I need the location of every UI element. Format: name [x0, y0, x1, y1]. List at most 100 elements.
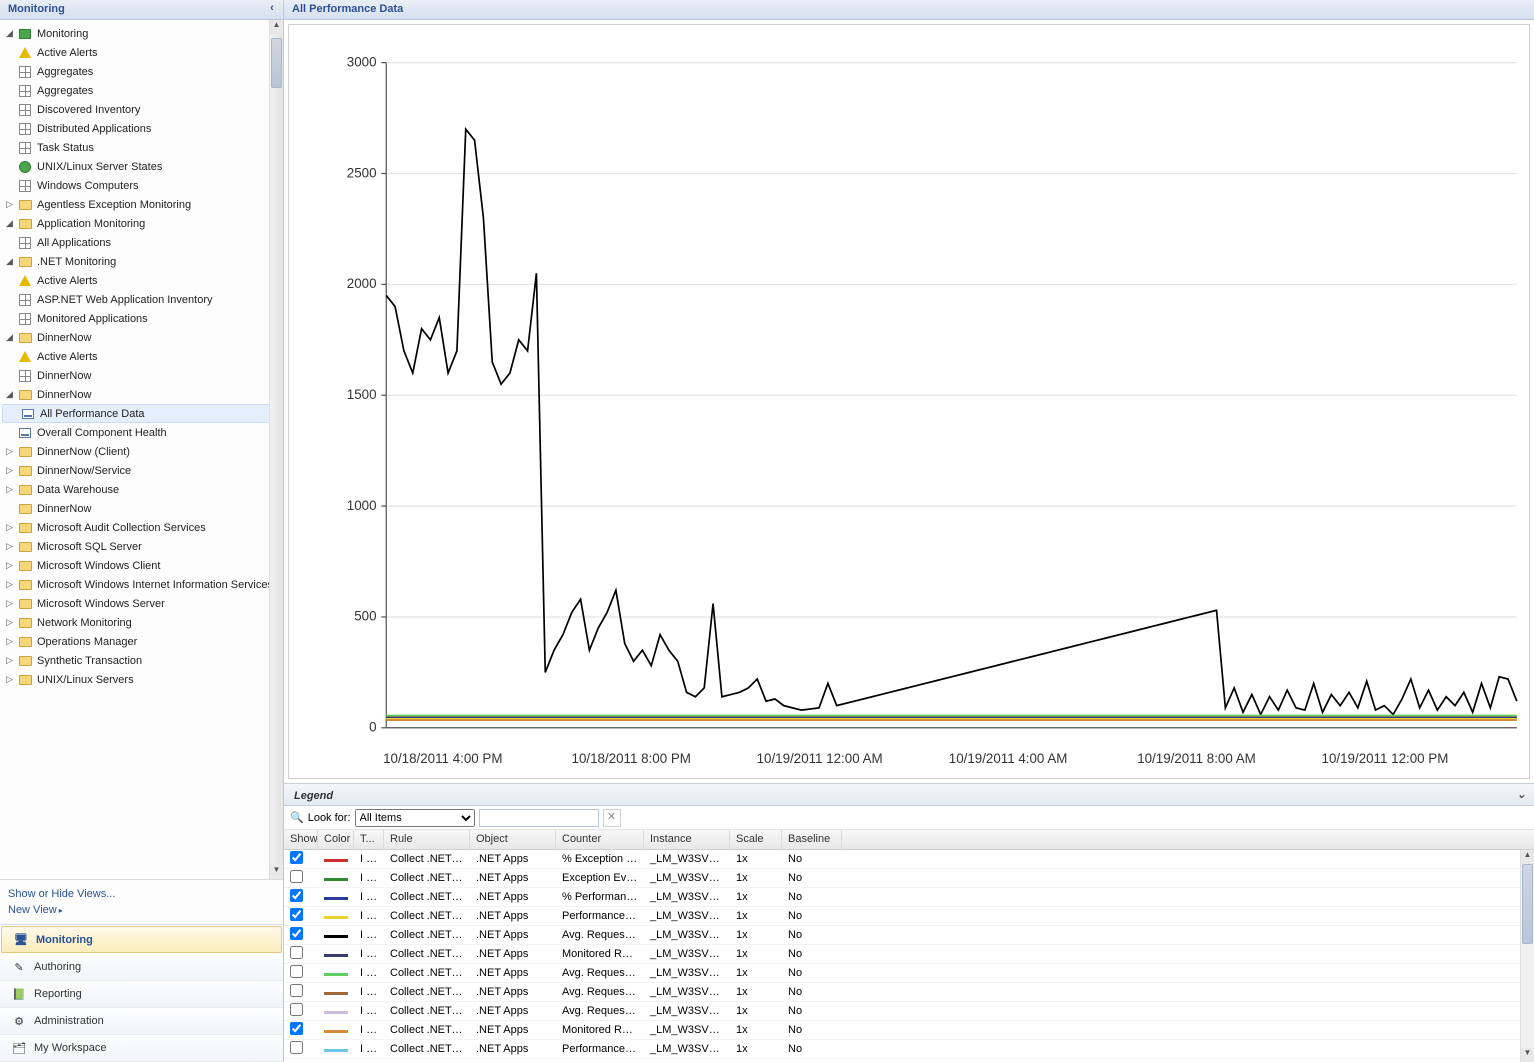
wunderbar-reporting[interactable]: 📗Reporting: [0, 981, 283, 1008]
show-checkbox[interactable]: [290, 984, 303, 997]
show-checkbox[interactable]: [290, 870, 303, 883]
legend-row[interactable]: I M...Collect .NET App....NET AppsAvg. R…: [284, 983, 1534, 1002]
wunderbar-administration[interactable]: ⚙Administration: [0, 1008, 283, 1035]
column-header[interactable]: Rule: [384, 830, 470, 849]
tree-item[interactable]: ◢DinnerNow: [0, 328, 283, 347]
legend-row[interactable]: I M...Collect .NET App....NET AppsAvg. R…: [284, 1002, 1534, 1021]
show-checkbox[interactable]: [290, 889, 303, 902]
tree-item[interactable]: Discovered Inventory: [0, 100, 283, 119]
tree-item[interactable]: ▷DinnerNow/Service: [0, 461, 283, 480]
tree-item[interactable]: All Applications: [0, 233, 283, 252]
column-header[interactable]: Baseline: [782, 830, 842, 849]
tree-item[interactable]: ▷Microsoft Windows Client: [0, 556, 283, 575]
tree-item[interactable]: ◢Monitoring: [0, 24, 283, 43]
show-checkbox[interactable]: [290, 851, 303, 864]
grid-scroll-down-icon[interactable]: ▼: [1521, 1048, 1534, 1062]
tree-item[interactable]: Aggregates: [0, 62, 283, 81]
tree-item[interactable]: ▷Microsoft SQL Server: [0, 537, 283, 556]
tree-item[interactable]: Aggregates: [0, 81, 283, 100]
legend-row[interactable]: I M...Collect .NET App....NET Apps% Perf…: [284, 888, 1534, 907]
tree-toggle-icon[interactable]: ▷: [4, 541, 15, 552]
tree-toggle-icon[interactable]: ▷: [4, 579, 15, 590]
wunderbar-monitoring[interactable]: 🖥Monitoring: [1, 926, 282, 953]
tree-item[interactable]: ◢DinnerNow: [0, 385, 283, 404]
column-header[interactable]: T...: [354, 830, 384, 849]
tree-toggle-icon[interactable]: ▷: [4, 617, 15, 628]
legend-row[interactable]: I M...Collect .NET App....NET AppsAvg. R…: [284, 926, 1534, 945]
tree-item[interactable]: ▷Microsoft Audit Collection Services: [0, 518, 283, 537]
tree-item[interactable]: Overall Component Health: [0, 423, 283, 442]
legend-row[interactable]: I M...Collect .NET App....NET AppsExcept…: [284, 869, 1534, 888]
tree-item[interactable]: ▷Microsoft Windows Server: [0, 594, 283, 613]
column-header[interactable]: Color: [318, 830, 354, 849]
column-header[interactable]: Object: [470, 830, 556, 849]
tree-toggle-icon[interactable]: ▷: [4, 636, 15, 647]
legend-collapse-icon[interactable]: ⌄: [1517, 788, 1526, 801]
tree-item[interactable]: DinnerNow: [0, 499, 283, 518]
show-checkbox[interactable]: [290, 1003, 303, 1016]
tree-item[interactable]: DinnerNow: [0, 366, 283, 385]
tree-scrollbar[interactable]: ▲ ▼: [269, 20, 283, 879]
legend-row[interactable]: I m...Collect .NET App....NET AppsMonito…: [284, 1021, 1534, 1040]
grid-scrollbar[interactable]: ▲ ▼: [1520, 850, 1534, 1062]
tree-item[interactable]: ▷UNIX/Linux Servers: [0, 670, 283, 689]
tree-item[interactable]: UNIX/Linux Server States: [0, 157, 283, 176]
legend-row[interactable]: I M...Collect .NET App....NET Apps% Exce…: [284, 850, 1534, 869]
wunderbar-authoring[interactable]: ✎Authoring: [0, 954, 283, 981]
legend-row[interactable]: I M...Collect .NET App....NET AppsMonito…: [284, 945, 1534, 964]
legend-header[interactable]: Legend ⌄: [284, 783, 1534, 806]
tree-item[interactable]: ◢Application Monitoring: [0, 214, 283, 233]
tree-item[interactable]: Windows Computers: [0, 176, 283, 195]
tree-toggle-icon[interactable]: ▷: [4, 522, 15, 533]
show-checkbox[interactable]: [290, 946, 303, 959]
column-header[interactable]: Show: [284, 830, 318, 849]
new-view-link[interactable]: New View▸: [8, 902, 275, 918]
tree-toggle-icon[interactable]: ◢: [4, 332, 15, 343]
tree-item[interactable]: Task Status: [0, 138, 283, 157]
column-header[interactable]: Instance: [644, 830, 730, 849]
show-checkbox[interactable]: [290, 1041, 303, 1054]
show-checkbox[interactable]: [290, 908, 303, 921]
tree-item[interactable]: ▷Agentless Exception Monitoring: [0, 195, 283, 214]
tree-item[interactable]: ◢.NET Monitoring: [0, 252, 283, 271]
tree-item[interactable]: All Performance Data: [2, 404, 281, 423]
tree-item[interactable]: ▷Microsoft Windows Internet Information …: [0, 575, 283, 594]
show-checkbox[interactable]: [290, 927, 303, 940]
tree-toggle-icon[interactable]: ▷: [4, 598, 15, 609]
search-input[interactable]: [479, 809, 599, 827]
tree-item[interactable]: ASP.NET Web Application Inventory: [0, 290, 283, 309]
tree-item[interactable]: ▷Network Monitoring: [0, 613, 283, 632]
tree-toggle-icon[interactable]: ◢: [4, 256, 15, 267]
tree-item[interactable]: ▷Synthetic Transaction: [0, 651, 283, 670]
tree-item[interactable]: ▷Operations Manager: [0, 632, 283, 651]
tree-toggle-icon[interactable]: ▷: [4, 465, 15, 476]
show-checkbox[interactable]: [290, 1022, 303, 1035]
wunderbar-my-workspace[interactable]: 🗂My Workspace: [0, 1035, 283, 1062]
scroll-thumb[interactable]: [271, 38, 282, 88]
tree-item[interactable]: Active Alerts: [0, 271, 283, 290]
tree-item[interactable]: ▷Data Warehouse: [0, 480, 283, 499]
grid-scroll-up-icon[interactable]: ▲: [1521, 850, 1534, 864]
show-checkbox[interactable]: [290, 965, 303, 978]
tree-item[interactable]: Active Alerts: [0, 347, 283, 366]
scroll-down-icon[interactable]: ▼: [270, 865, 283, 879]
tree-toggle-icon[interactable]: ▷: [4, 446, 15, 457]
tree-toggle-icon[interactable]: ▷: [4, 484, 15, 495]
clear-search-button[interactable]: ✕: [603, 809, 621, 827]
legend-row[interactable]: I M...Collect .NET App....NET AppsPerfor…: [284, 907, 1534, 926]
show-hide-views-link[interactable]: Show or Hide Views...: [8, 886, 275, 902]
column-header[interactable]: Counter: [556, 830, 644, 849]
tree-toggle-icon[interactable]: ▷: [4, 199, 15, 210]
tree-item[interactable]: Monitored Applications: [0, 309, 283, 328]
legend-row[interactable]: I M...Collect .NET App....NET AppsAvg. R…: [284, 964, 1534, 983]
performance-chart[interactable]: 05001000150020002500300010/18/2011 4:00 …: [288, 24, 1530, 779]
tree-toggle-icon[interactable]: ▷: [4, 655, 15, 666]
tree-item[interactable]: ▷DinnerNow (Client): [0, 442, 283, 461]
tree-toggle-icon[interactable]: ▷: [4, 560, 15, 571]
column-header[interactable]: Scale: [730, 830, 782, 849]
scroll-up-icon[interactable]: ▲: [270, 20, 283, 34]
tree-toggle-icon[interactable]: ◢: [4, 218, 15, 229]
filter-select[interactable]: All Items: [355, 809, 475, 827]
sidebar-collapse-button[interactable]: ‹: [265, 2, 279, 16]
grid-scroll-thumb[interactable]: [1522, 864, 1533, 944]
